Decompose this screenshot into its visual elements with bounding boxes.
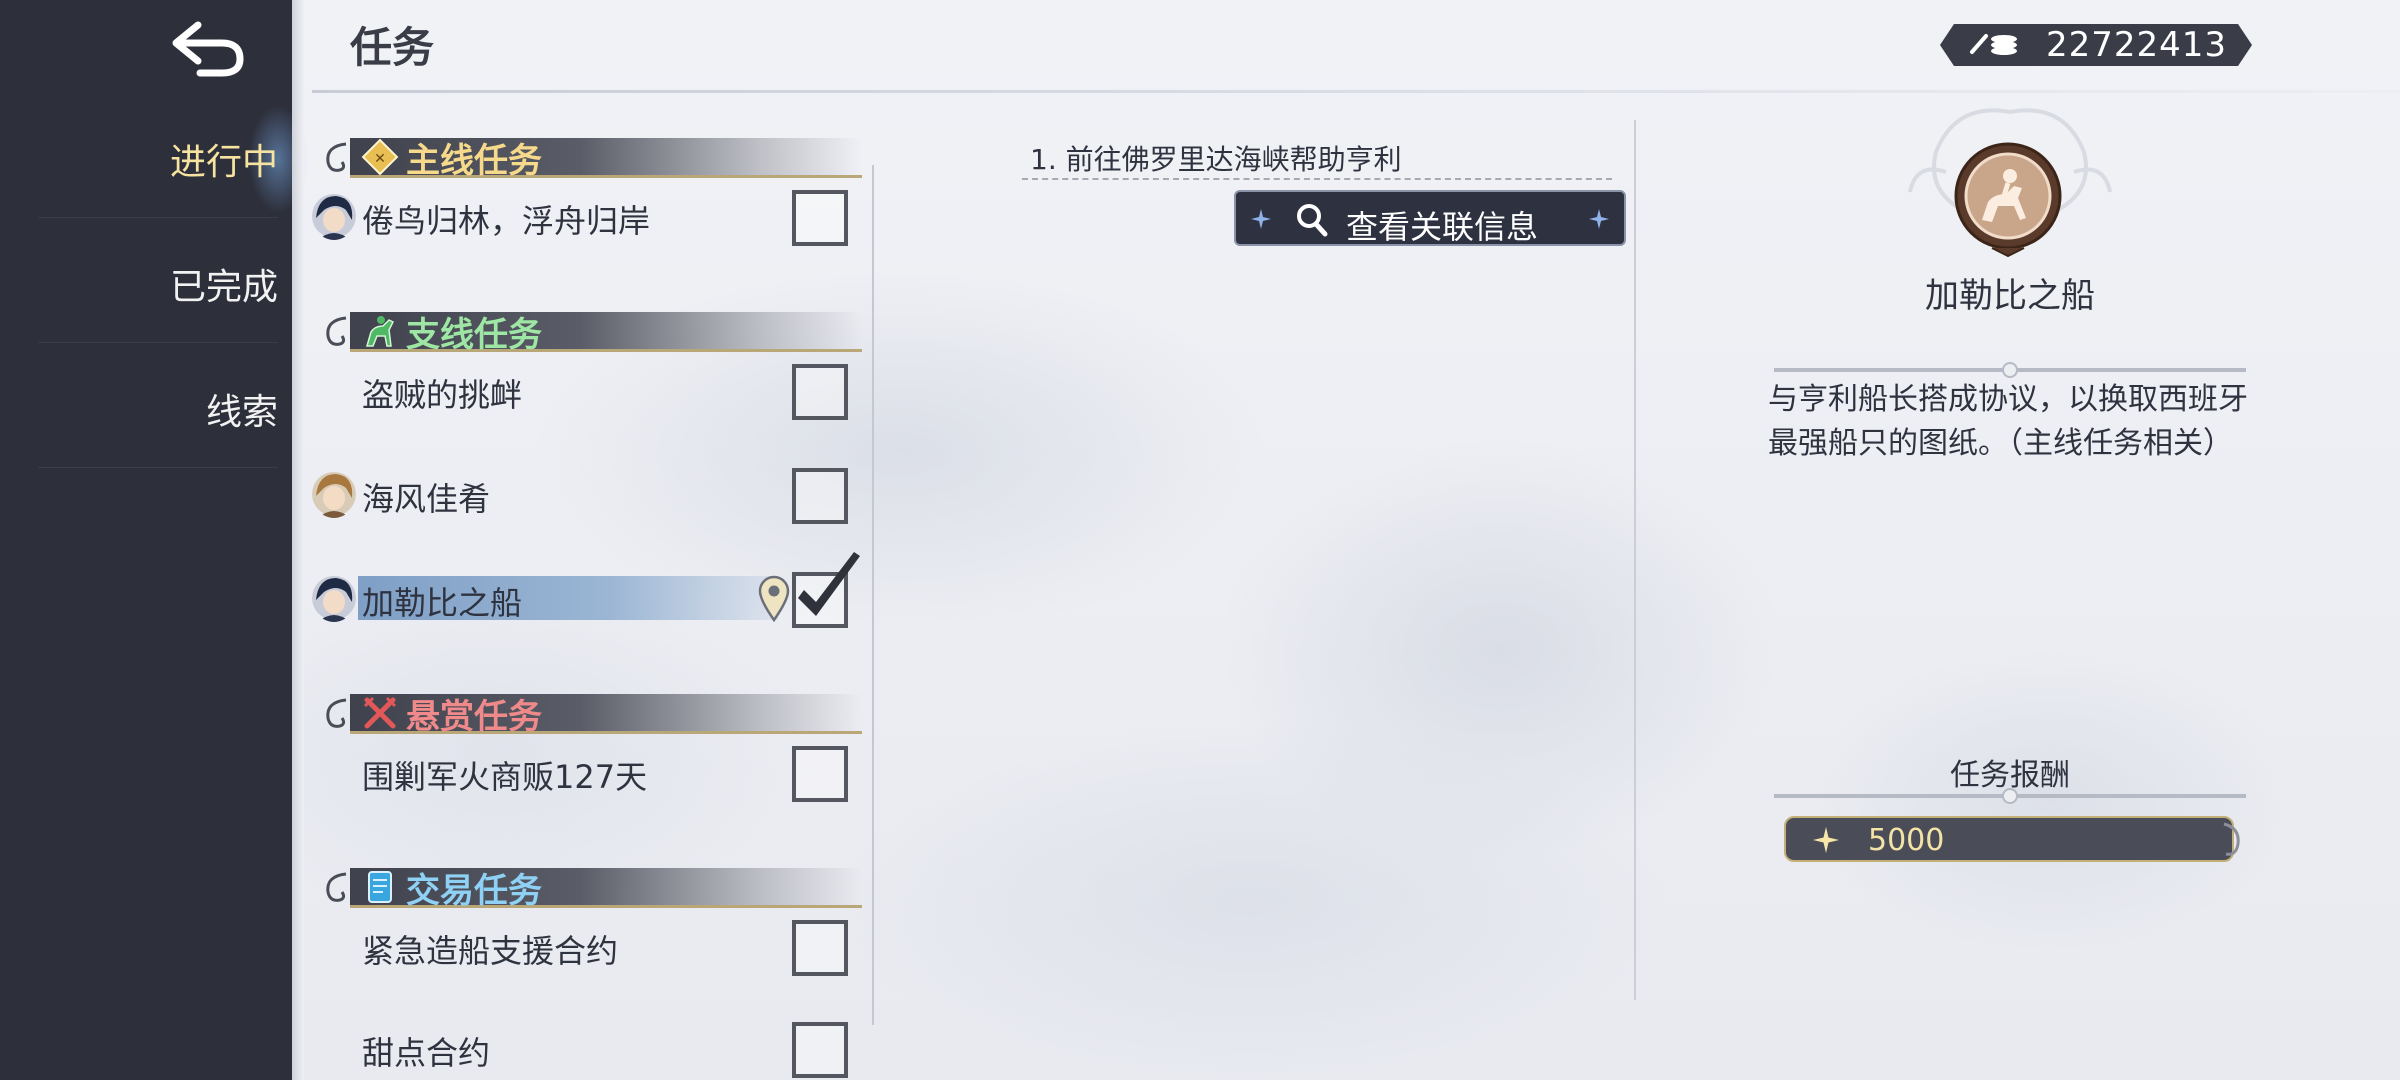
category-label: 主线任务 [406,140,542,181]
column-divider [1634,120,1636,1000]
svg-text:✕: ✕ [374,151,386,167]
nav-tab-label: 进行中 [169,141,278,183]
swirl-ornament-icon [326,872,347,902]
quest-name: 紧急造船支援合约 [362,932,619,970]
character-avatar [312,192,356,240]
track-checkbox[interactable] [792,190,848,246]
quest-row[interactable]: 海风佳肴 [312,462,872,526]
swirl-ornament-icon [326,142,347,172]
track-checkbox[interactable] [792,746,848,802]
objective-text: 1. 前往佛罗里达海峡帮助亨利 [1030,143,1402,176]
quest-row[interactable]: 倦鸟归林，浮舟归岸 [312,184,872,248]
map-pin-icon[interactable] [756,574,792,623]
back-button[interactable] [168,14,248,84]
back-arrow-icon [172,21,244,77]
search-icon [1297,204,1328,237]
nav-tab-completed[interactable]: 已完成 [38,225,278,343]
description-line: 与亨利船长搭成协议，以换取西班牙 [1768,382,2248,417]
track-checkbox[interactable] [792,920,848,976]
objective-divider [1022,178,1612,180]
reward-value: 5000 [1868,823,1945,858]
page-title: 任务 [350,23,435,72]
track-checkbox[interactable] [792,1022,848,1078]
horseman-icon [360,311,400,351]
currency-amount: 22722413 [2046,25,2228,65]
quest-list: ✕ 主线任务 倦鸟归林，浮舟归岸 支线任务 盗贼的挑衅 海风佳肴 加勒比之船 悬… [312,120,872,1080]
quest-name: 围剿军火商贩127天 [362,758,648,796]
character-avatar [312,574,356,622]
category-label: 悬赏任务 [406,696,542,737]
sparkle-icon [1251,209,1271,229]
category-side-quest: 支线任务 [322,308,862,355]
ornament-knot-icon [2002,362,2018,378]
ornament-knot-icon [2002,788,2018,804]
list-divider [872,165,874,1025]
crossed-swords-icon [360,693,400,733]
quest-title: 加勒比之船 [1925,276,2095,316]
quest-name: 加勒比之船 [362,584,523,622]
nav-tab-label: 线索 [205,391,278,433]
track-checkbox[interactable] [792,468,848,524]
nav-tab-label: 已完成 [169,266,278,308]
quest-row-selected[interactable]: 加勒比之船 [312,552,872,630]
character-avatar [312,470,356,518]
category-bounty-quest: 悬赏任务 [322,690,862,737]
quest-name: 甜点合约 [362,1034,491,1072]
button-label: 查看关联信息 [1346,208,1539,246]
side-nav: 进行中 已完成 线索 [0,0,304,1080]
sparkle-star-icon [1813,827,1839,853]
track-checkbox[interactable] [792,364,848,420]
curl-ornament-icon [2223,822,2240,856]
nav-tab-clues[interactable]: 线索 [38,350,278,468]
reward-item: 5000 [1784,816,2234,862]
category-trade-quest: 交易任务 [322,864,862,911]
quest-row[interactable]: 围剿军火商贩127天 [312,740,872,804]
description-line: 最强船只的图纸。（主线任务相关） [1768,426,2233,461]
nav-tab-in-progress[interactable]: 进行中 [38,100,278,218]
horse-rider-emblem-icon [1952,140,2064,260]
currency-display: 22722413 [1940,24,2252,66]
category-label: 交易任务 [406,870,542,911]
swirl-ornament-icon [326,316,347,346]
quest-name: 倦鸟归林，浮舟归岸 [362,202,651,240]
quest-row[interactable]: 紧急造船支援合约 [312,914,872,978]
swirl-ornament-icon [326,698,347,728]
main-quest-icon: ✕ [360,137,400,177]
scroll-icon [360,867,400,907]
coin-stack-icon [1968,30,2020,60]
category-main-quest: ✕ 主线任务 [322,134,862,181]
quest-description: 与亨利船长搭成协议，以换取西班牙 最强船只的图纸。（主线任务相关） [1768,378,2258,466]
quest-name: 海风佳肴 [362,480,491,518]
view-related-info-button[interactable]: 查看关联信息 [1234,190,1626,246]
sparkle-icon [1589,209,1609,229]
quest-name: 盗贼的挑衅 [362,376,523,414]
quest-row[interactable]: 盗贼的挑衅 [312,358,872,422]
checkmark-icon [790,548,866,628]
quest-row[interactable]: 甜点合约 [312,1016,872,1080]
category-label: 支线任务 [406,314,542,355]
